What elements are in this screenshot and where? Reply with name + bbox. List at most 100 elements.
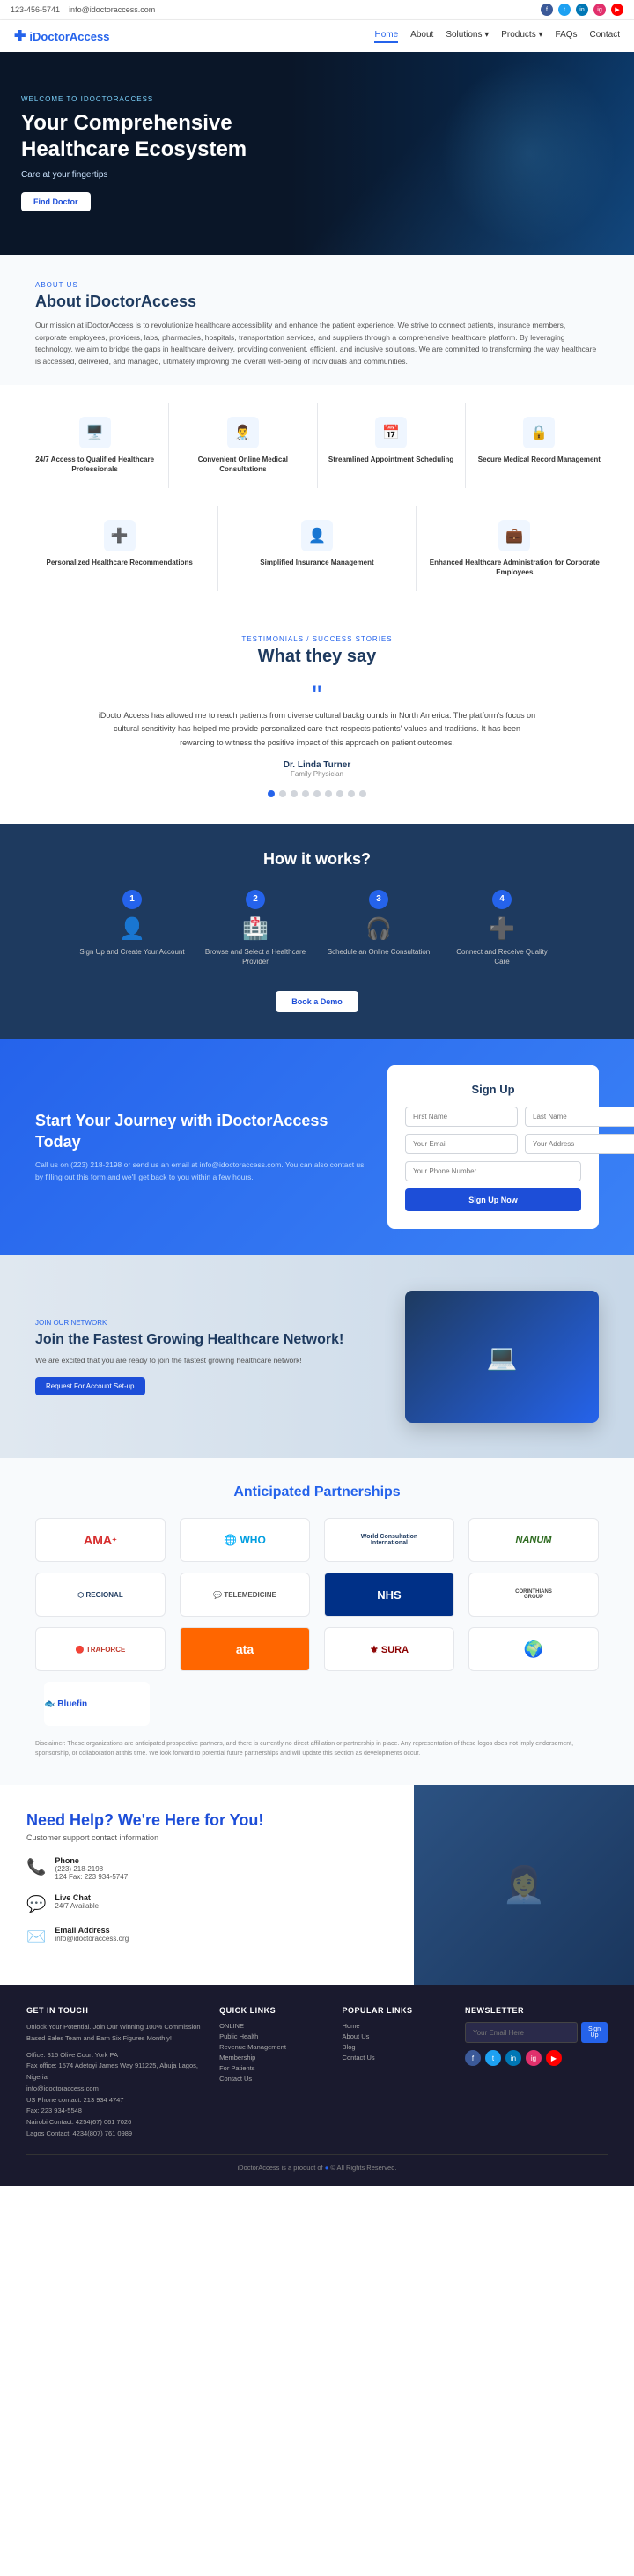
dot-4[interactable] [302,790,309,797]
footer-link-about[interactable]: About Us [343,2032,447,2040]
linkedin-icon[interactable]: in [576,4,588,16]
nav-about[interactable]: About [410,30,433,43]
phone-number: 123-456-5741 [11,5,60,14]
step-label-4: Connect and Receive Quality Care [449,947,555,966]
feature-card-1: 🖥️ 24/7 Access to Qualified Healthcare P… [21,403,168,488]
footer-twitter-icon[interactable]: t [485,2050,501,2066]
help-subtitle: Customer support contact information [26,1833,387,1842]
find-doctor-button[interactable]: Find Doctor [21,192,91,211]
dot-8[interactable] [348,790,355,797]
footer-facebook-icon[interactable]: f [465,2050,481,2066]
nav-home[interactable]: Home [374,30,398,43]
partner-regional: ⬡ REGIONAL [35,1573,166,1617]
how-title: How it works? [35,850,599,869]
footer-brand-link[interactable]: ● [325,2164,329,2172]
footer-link-contact[interactable]: Contact Us [219,2075,324,2083]
feature-label-5: Personalized Healthcare Recommendations [47,559,193,567]
footer-link-online[interactable]: ONLINE [219,2022,324,2030]
footer-instagram-icon[interactable]: ig [526,2050,542,2066]
email-value: info@idoctoraccess.org [55,1935,129,1943]
address-input[interactable] [525,1134,634,1154]
footer-linkedin-icon[interactable]: in [505,2050,521,2066]
footer-link-public-health[interactable]: Public Health [219,2032,324,2040]
disclaimer-text: Disclaimer: These organizations are anti… [35,1740,599,1758]
navbar: ✚ iDoctorAccess Home About Solutions ▾ P… [0,20,634,52]
about-text: Our mission at iDoctorAccess is to revol… [35,320,599,367]
chat-icon: 💬 [26,1895,46,1913]
dot-7[interactable] [336,790,343,797]
last-name-input[interactable] [525,1107,634,1127]
instagram-icon[interactable]: ig [593,4,606,16]
phone-input[interactable] [405,1161,581,1181]
provider-content: Join Our Network Join the Fastest Growin… [35,1319,379,1395]
newsletter-signup-button[interactable]: Sign Up [581,2022,608,2043]
facebook-icon[interactable]: f [541,4,553,16]
partnerships-title: Anticipated Partnerships [35,1484,599,1500]
signup-cta-section: Start Your Journey with iDoctorAccess To… [0,1039,634,1255]
help-chat-info: Live Chat 24/7 Available [55,1893,99,1910]
partner-ata: ata [180,1627,310,1671]
step-1: 1 👤 Sign Up and Create Your Account [79,890,185,966]
testimonial-author: Dr. Linda Turner [35,760,599,770]
footer-link-membership[interactable]: Membership [219,2054,324,2062]
hero-person-bg [440,61,616,246]
signup-form: Sign Up Sign Up Now [387,1065,599,1229]
feature-label-4: Secure Medical Record Management [478,455,601,464]
feature-icon-2: 👨‍⚕️ [227,417,259,448]
feature-card-5: ➕ Personalized Healthcare Recommendation… [21,506,217,591]
email-address: info@idoctoraccess.com [69,5,155,14]
nav-solutions[interactable]: Solutions ▾ [446,30,489,43]
footer-social-icons: f t in ig ▶ [465,2050,608,2066]
signup-now-button[interactable]: Sign Up Now [405,1188,581,1211]
how-steps: 1 👤 Sign Up and Create Your Account 2 🏥 … [35,890,599,966]
dot-5[interactable] [313,790,321,797]
footer-git-text-1: Unlock Your Potential. Join Our Winning … [26,2022,202,2045]
dot-1[interactable] [268,790,275,797]
youtube-icon[interactable]: ▶ [611,4,623,16]
partner-global-health: 🌍 [468,1627,599,1671]
partners-grid-row1: AMA✦ 🌐 WHO World ConsultationInternation… [35,1518,599,1562]
book-demo-button[interactable]: Book a Demo [276,991,358,1012]
footer-link-patients[interactable]: For Patients [219,2064,324,2072]
newsletter-form: Sign Up [465,2022,608,2043]
feature-icon-4: 🔒 [523,417,555,448]
first-name-input[interactable] [405,1107,518,1127]
email-input[interactable] [405,1134,518,1154]
step-label-3: Schedule an Online Consultation [328,947,431,957]
chat-label: Live Chat [55,1893,99,1902]
logo-icon: ✚ [14,27,26,45]
help-section: Need Help? We're Here for You! Customer … [0,1785,634,1985]
footer-link-home[interactable]: Home [343,2022,447,2030]
partner-who: 🌐 WHO [180,1518,310,1562]
partners-grid-row2: ⬡ REGIONAL 💬 TELEMEDICINE NHS CORINTHIAN… [35,1573,599,1617]
footer-ql-title: Quick Links [219,2006,324,2015]
step-number-3: 3 [369,890,388,909]
dot-9[interactable] [359,790,366,797]
step-icon-3: 🎧 [365,916,392,942]
partner-telemedicine: 💬 TELEMEDICINE [180,1573,310,1617]
nav-products[interactable]: Products ▾ [501,30,542,43]
help-left: Need Help? We're Here for You! Customer … [0,1785,414,1985]
mockup-icon: 💻 [487,1343,518,1372]
footer-git-title: Get In Touch [26,2006,202,2015]
dot-2[interactable] [279,790,286,797]
nav-faqs[interactable]: FAQs [556,30,578,43]
footer-grid: Get In Touch Unlock Your Potential. Join… [26,2006,608,2140]
nav-contact[interactable]: Contact [590,30,620,43]
feature-icon-1: 🖥️ [79,417,111,448]
provider-cta-button[interactable]: Request For Account Set-up [35,1377,145,1395]
provider-section: Join Our Network Join the Fastest Growin… [0,1255,634,1458]
feature-icon-6: 👤 [301,520,333,551]
dot-3[interactable] [291,790,298,797]
top-bar: 123-456-5741 info@idoctoraccess.com f t … [0,0,634,20]
footer-link-blog[interactable]: Blog [343,2043,447,2051]
dot-6[interactable] [325,790,332,797]
footer-link-contact-us[interactable]: Contact Us [343,2054,447,2062]
twitter-icon[interactable]: t [558,4,571,16]
footer-youtube-icon[interactable]: ▶ [546,2050,562,2066]
footer-link-revenue[interactable]: Revenue Management [219,2043,324,2051]
step-icon-2: 🏥 [242,916,269,942]
phone-label: Phone [55,1856,128,1865]
newsletter-email-input[interactable] [465,2022,578,2043]
features-row2: ➕ Personalized Healthcare Recommendation… [21,506,613,591]
